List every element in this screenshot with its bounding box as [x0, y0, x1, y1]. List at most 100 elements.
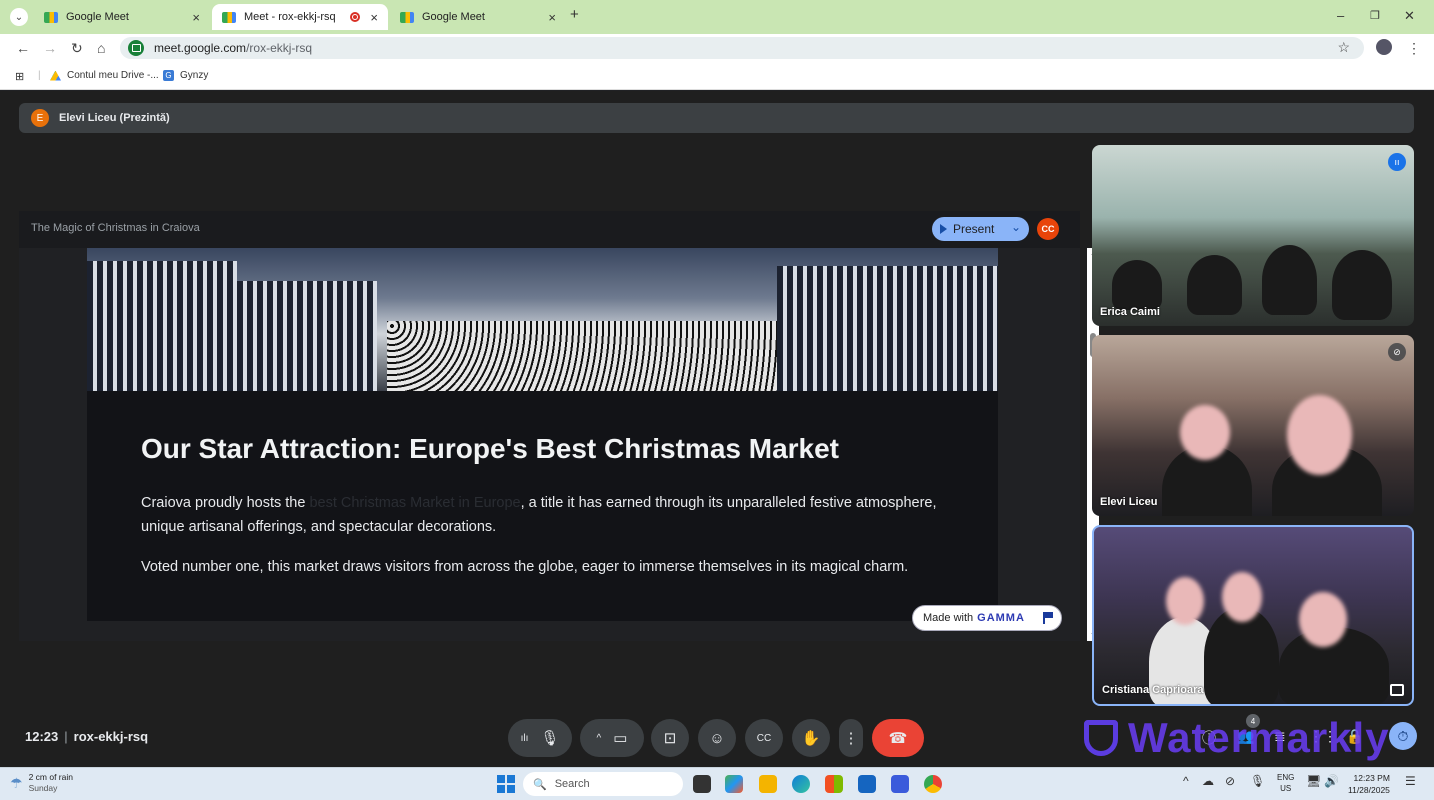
apps-grid-icon[interactable]: ⊞	[15, 70, 24, 83]
restore-button[interactable]: ❐	[1370, 9, 1380, 22]
pin-frame-icon[interactable]	[1390, 684, 1404, 696]
chevron-up-icon[interactable]: ^	[1183, 774, 1189, 788]
google-meet-icon	[222, 11, 236, 23]
google-drive-icon	[50, 70, 61, 81]
minimize-button[interactable]: –	[1337, 8, 1344, 23]
made-with-gamma-badge[interactable]: Made with GAMMA	[912, 605, 1062, 631]
back-icon[interactable]: ←	[16, 40, 30, 56]
lang-code: ENG	[1277, 773, 1295, 782]
new-tab-button[interactable]: +	[570, 6, 579, 23]
flag-icon[interactable]	[1043, 612, 1053, 624]
chevron-up-icon[interactable]: ^	[597, 733, 602, 744]
present-button[interactable]: Present ⌄	[932, 217, 1029, 241]
timer-icon[interactable]: ⏱	[1389, 722, 1417, 750]
tab-meet-active[interactable]: Meet - rox-ekkj-rsq ×	[212, 4, 388, 30]
paragraph-highlight: best Christmas Market in Europe	[309, 495, 521, 511]
file-explorer-icon[interactable]	[759, 775, 777, 793]
bookmark-gynzy[interactable]: G Gynzy	[163, 70, 208, 81]
present-label: Present	[953, 222, 995, 236]
watermark-text: Watermarkly	[1128, 714, 1390, 761]
edge-browser-icon[interactable]	[792, 775, 810, 793]
chevron-down-icon[interactable]: ⌄	[1011, 220, 1021, 234]
close-tab-icon[interactable]: ×	[548, 10, 556, 25]
cloud-sync-icon[interactable]: ☁	[1202, 774, 1214, 788]
recording-icon	[350, 12, 360, 22]
building-left	[87, 261, 237, 391]
volume-icon[interactable]: 🔊	[1324, 774, 1339, 788]
url-input[interactable]: meet.google.com/rox-ekkj-rsq ☆	[120, 37, 1364, 59]
search-placeholder: Search	[554, 778, 590, 790]
url-path: /rox-ekkj-rsq	[246, 41, 313, 55]
menu-kebab-icon[interactable]: ⋮	[1407, 40, 1421, 57]
participant-tile[interactable]: ıı Erica Caimi	[1092, 145, 1414, 326]
meeting-time: 12:23	[25, 729, 59, 744]
app-icon[interactable]	[891, 775, 909, 793]
more-options-button[interactable]: ⋮	[839, 719, 863, 757]
close-tab-icon[interactable]: ×	[370, 10, 378, 25]
meeting-controls: 12:23 | rox-ekkj-rsq ılı 🎙 ^ ▭ ⊡ ☺ CC ✋ ⋮ …	[0, 712, 1434, 761]
weather-widget[interactable]: ☂ 2 cm of rain Sunday	[10, 772, 73, 794]
watermark-shield-icon	[1084, 720, 1118, 756]
store-icon[interactable]	[858, 775, 876, 793]
language-indicator[interactable]: ENG US	[1277, 772, 1294, 794]
presentation-title: The Magic of Christmas in Craiova	[31, 222, 200, 234]
bookmark-star-icon[interactable]: ☆	[1337, 39, 1350, 56]
task-view-icon[interactable]	[693, 775, 711, 793]
address-bar-row: ← → ↻ ⌂ meet.google.com/rox-ekkj-rsq ☆ ⋮	[0, 34, 1434, 62]
tab-google-meet-1[interactable]: Google Meet ×	[34, 4, 210, 30]
camera-icon: ▭	[613, 730, 628, 747]
participant-tile[interactable]: ⊘ Elevi Liceu	[1092, 335, 1414, 516]
present-screen-button[interactable]: ⊡	[651, 719, 689, 757]
blurred-face	[1287, 395, 1352, 475]
app-icon[interactable]	[825, 775, 843, 793]
mic-toggle-button[interactable]: ılı 🎙	[508, 719, 572, 757]
windows-start-icon[interactable]	[497, 775, 515, 793]
paragraph-text: Craiova proudly hosts the	[141, 495, 310, 511]
user-avatar[interactable]: CC	[1037, 218, 1059, 240]
bookmark-drive[interactable]: Contul meu Drive -...	[50, 70, 159, 81]
reactions-button[interactable]: ☺	[698, 719, 736, 757]
blurred-face	[1180, 405, 1230, 460]
taskbar-clock[interactable]: 12:23 PM 11/28/2025	[1348, 772, 1390, 796]
play-icon	[940, 224, 947, 234]
forward-icon[interactable]: →	[43, 40, 57, 56]
network-icon[interactable]: 🖥	[1306, 774, 1321, 788]
participant-person	[1332, 250, 1392, 320]
tab-title: Meet - rox-ekkj-rsq	[244, 11, 336, 23]
meeting-info: 12:23 | rox-ekkj-rsq	[25, 729, 148, 744]
close-window-button[interactable]: ✕	[1404, 8, 1415, 24]
tab-search-icon[interactable]: ⌄	[10, 8, 28, 26]
reload-icon[interactable]: ↻	[71, 40, 83, 57]
captions-button[interactable]: CC	[745, 719, 783, 757]
slide-heading: Our Star Attraction: Europe's Best Chris…	[141, 433, 840, 464]
chrome-icon[interactable]	[924, 775, 942, 793]
crowd	[387, 321, 807, 391]
participant-tile[interactable]: Cristiana Caprioara	[1092, 525, 1414, 706]
camera-toggle-button[interactable]: ^ ▭	[580, 719, 644, 757]
bookmark-label: Gynzy	[180, 70, 209, 81]
mic-tray-icon[interactable]: 🎙	[1250, 774, 1265, 788]
weather-day: Sunday	[28, 783, 58, 793]
presenting-label: Elevi Liceu (Prezintă)	[59, 112, 170, 124]
raise-hand-button[interactable]: ✋	[792, 719, 830, 757]
tab-google-meet-3[interactable]: Google Meet ×	[390, 4, 566, 30]
participant-name: Elevi Liceu	[1100, 496, 1158, 508]
url-host: meet.google.com	[154, 41, 247, 55]
bookmarks-divider: |	[38, 70, 41, 81]
leave-call-button[interactable]: ☎	[872, 719, 924, 757]
participant-person	[1187, 255, 1242, 315]
made-with-label: Made with	[923, 612, 974, 624]
profile-avatar[interactable]	[1376, 39, 1392, 55]
home-icon[interactable]: ⌂	[97, 40, 105, 56]
taskbar-search[interactable]: 🔍 Search	[523, 772, 683, 796]
site-info-icon[interactable]	[128, 40, 144, 56]
notification-icon[interactable]: ☰	[1405, 774, 1416, 788]
widget-app-icon[interactable]	[725, 775, 743, 793]
meeting-code: rox-ekkj-rsq	[73, 729, 149, 744]
search-icon: 🔍	[533, 778, 547, 791]
hand-icon: ✋	[801, 730, 821, 747]
close-tab-icon[interactable]: ×	[192, 10, 200, 25]
gamma-logo: GAMMA	[977, 612, 1025, 624]
slide-body: Our Star Attraction: Europe's Best Chris…	[87, 391, 998, 621]
no-eye-icon[interactable]: ⊘	[1225, 774, 1235, 788]
